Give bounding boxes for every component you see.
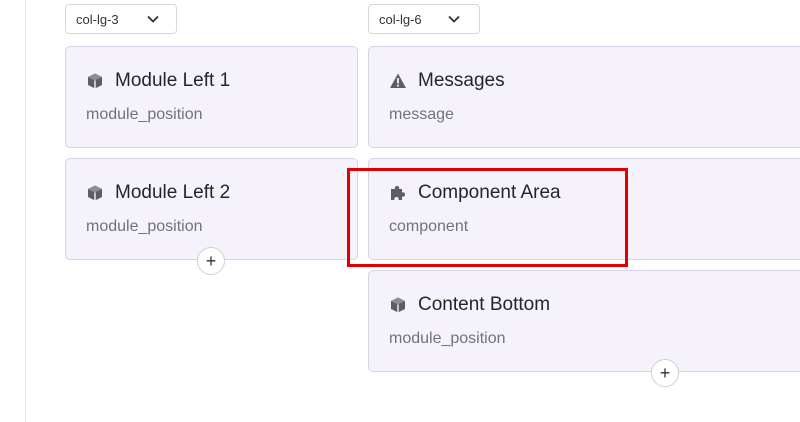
module-position: module_position	[389, 330, 506, 347]
module-title: Messages	[418, 70, 505, 91]
warning-icon	[389, 72, 407, 90]
module-position: module_position	[86, 218, 203, 235]
layout-divider	[25, 0, 26, 422]
chevron-down-icon	[146, 12, 160, 29]
module-title: Content Bottom	[418, 294, 551, 315]
cube-icon	[389, 296, 407, 314]
add-module-button-left[interactable]: +	[197, 247, 225, 275]
highlight-box	[347, 168, 628, 267]
module-card-content-bottom[interactable]: Content Bottom module_position	[368, 270, 800, 372]
module-card-left-2[interactable]: Module Left 2 module_position	[65, 158, 358, 260]
add-module-button-center[interactable]: +	[651, 359, 679, 387]
column-size-select-center[interactable]: col-lg-6	[368, 4, 480, 34]
module-card-left-1[interactable]: Module Left 1 module_position	[65, 46, 358, 148]
module-title: Module Left 1	[115, 70, 231, 91]
cube-icon	[86, 184, 104, 202]
module-position: message	[389, 106, 454, 123]
chevron-down-icon	[447, 12, 461, 29]
column-size-value: col-lg-6	[379, 11, 422, 27]
cube-icon	[86, 72, 104, 90]
column-size-value: col-lg-3	[76, 11, 119, 27]
module-card-messages[interactable]: Messages message	[368, 46, 800, 148]
column-size-select-left[interactable]: col-lg-3	[65, 4, 177, 34]
module-position: module_position	[86, 106, 203, 123]
module-title: Module Left 2	[115, 182, 231, 203]
